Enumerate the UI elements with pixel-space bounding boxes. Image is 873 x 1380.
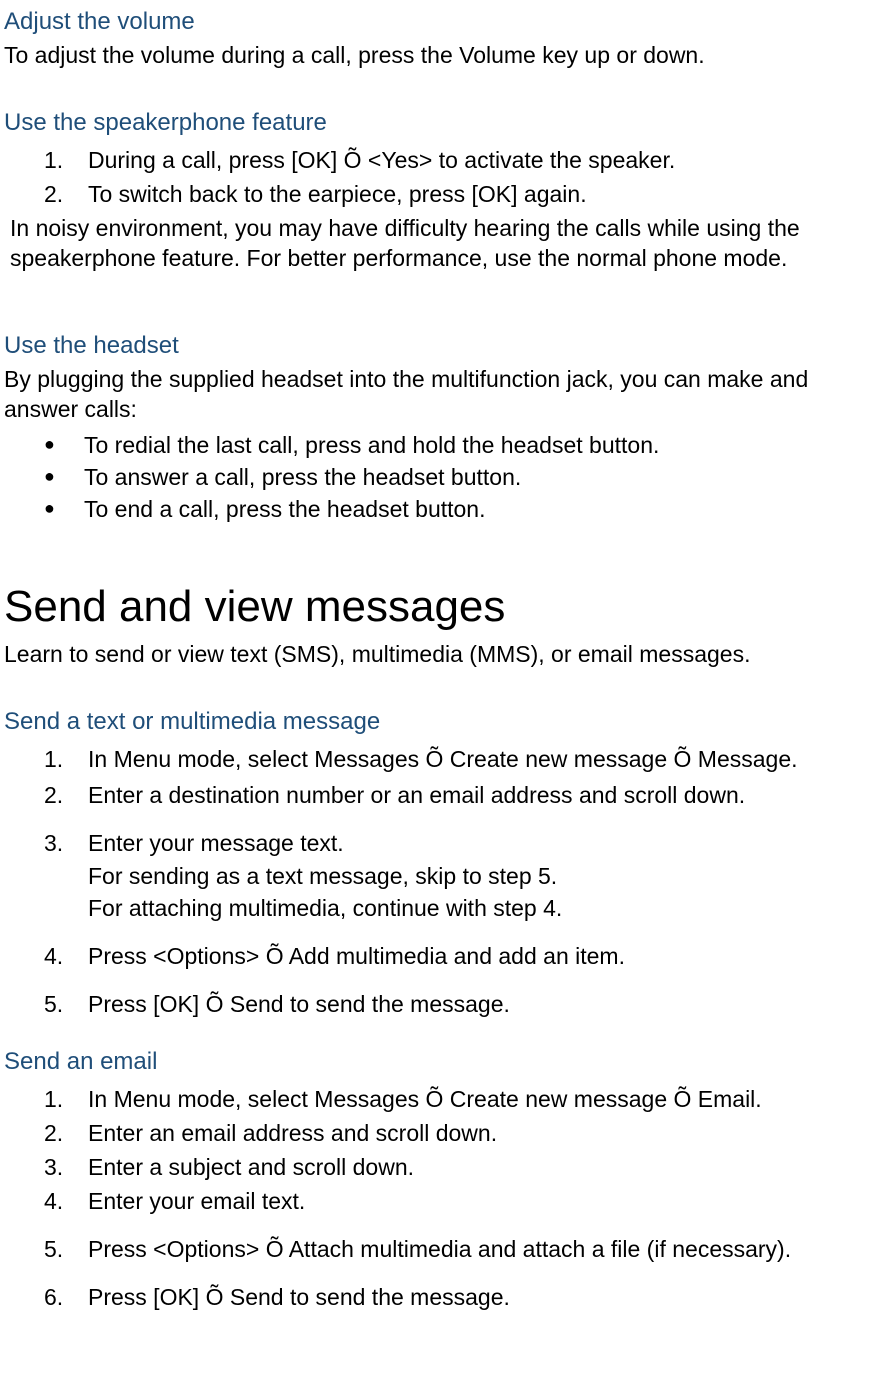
step3-subline2: For attaching multimedia, continue with … <box>4 894 869 924</box>
bullet-text: To redial the last call, press and hold … <box>84 432 659 458</box>
step3-subline1: For sending as a text message, skip to s… <box>4 862 869 892</box>
step-number: 5. <box>44 1235 63 1265</box>
list-item: 3. Enter your message text. <box>44 829 869 859</box>
step-number: 4. <box>44 942 63 972</box>
step-text: In Menu mode, select Messages Õ Create n… <box>88 1086 762 1112</box>
list-item: 1. In Menu mode, select Messages Õ Create… <box>44 1085 869 1115</box>
step-text: Enter your email text. <box>88 1188 305 1214</box>
step-number: 1. <box>44 1085 63 1115</box>
step-text: In Menu mode, select Messages Õ Create n… <box>88 746 798 772</box>
step-number: 1. <box>44 146 63 176</box>
step-text: During a call, press [OK] Õ <Yes> to act… <box>88 147 675 173</box>
list-item: 6. Press [OK] Õ Send to send the message. <box>44 1283 869 1313</box>
heading-send-email: Send an email <box>4 1046 869 1077</box>
list-item: 2. To switch back to the earpiece, press … <box>44 180 869 210</box>
step-number: 2. <box>44 180 63 210</box>
step-text: Press <Options> Õ Add multimedia and add… <box>88 943 625 969</box>
step-text: Press <Options> Õ Attach multimedia and … <box>88 1236 791 1262</box>
send-text-steps: 1. In Menu mode, select Messages Õ Create… <box>4 745 869 859</box>
list-item: 5. Press <Options> Õ Attach multimedia an… <box>44 1235 869 1265</box>
speakerphone-note: In noisy environment, you may have diffi… <box>4 214 869 274</box>
list-item: To redial the last call, press and hold … <box>44 431 869 461</box>
heading-adjust-volume: Adjust the volume <box>4 6 869 37</box>
step-number: 2. <box>44 1119 63 1149</box>
body-headset: By plugging the supplied headset into th… <box>4 365 869 425</box>
step-number: 3. <box>44 1153 63 1183</box>
list-item: 3. Enter a subject and scroll down. <box>44 1153 869 1183</box>
list-item: 2. Enter a destination number or an email… <box>44 781 869 811</box>
headset-bullets: To redial the last call, press and hold … <box>4 431 869 525</box>
body-adjust-volume: To adjust the volume during a call, pres… <box>4 41 869 71</box>
list-item: 5. Press [OK] Õ Send to send the message. <box>44 990 869 1020</box>
step-text: Enter your message text. <box>88 830 344 856</box>
list-item: To end a call, press the headset button. <box>44 495 869 525</box>
step-text: Enter an email address and scroll down. <box>88 1120 497 1146</box>
step-text: Enter a subject and scroll down. <box>88 1154 414 1180</box>
list-item: To answer a call, press the headset butt… <box>44 463 869 493</box>
heading-send-view-messages: Send and view messages <box>4 578 869 635</box>
step-number: 3. <box>44 829 63 859</box>
body-send-view: Learn to send or view text (SMS), multim… <box>4 640 869 670</box>
list-item: 1. During a call, press [OK] Õ <Yes> to a… <box>44 146 869 176</box>
send-email-steps: 1. In Menu mode, select Messages Õ Create… <box>4 1085 869 1312</box>
step-text: Enter a destination number or an email a… <box>88 782 745 808</box>
step-text: Press [OK] Õ Send to send the message. <box>88 991 510 1017</box>
step-text: Press [OK] Õ Send to send the message. <box>88 1284 510 1310</box>
list-item: 1. In Menu mode, select Messages Õ Create… <box>44 745 869 775</box>
speakerphone-steps: 1. During a call, press [OK] Õ <Yes> to a… <box>4 146 869 210</box>
heading-speakerphone: Use the speakerphone feature <box>4 107 869 138</box>
step-number: 1. <box>44 745 63 775</box>
step-number: 2. <box>44 781 63 811</box>
list-item: 4. Enter your email text. <box>44 1187 869 1217</box>
heading-send-text-mms: Send a text or multimedia message <box>4 706 869 737</box>
bullet-text: To end a call, press the headset button. <box>84 496 486 522</box>
bullet-text: To answer a call, press the headset butt… <box>84 464 521 490</box>
step-number: 6. <box>44 1283 63 1313</box>
heading-headset: Use the headset <box>4 330 869 361</box>
list-item: 4. Press <Options> Õ Add multimedia and a… <box>44 942 869 972</box>
step-number: 5. <box>44 990 63 1020</box>
step-number: 4. <box>44 1187 63 1217</box>
send-text-steps-cont: 4. Press <Options> Õ Add multimedia and a… <box>4 942 869 1020</box>
step-text: To switch back to the earpiece, press [O… <box>88 181 587 207</box>
list-item: 2. Enter an email address and scroll down… <box>44 1119 869 1149</box>
